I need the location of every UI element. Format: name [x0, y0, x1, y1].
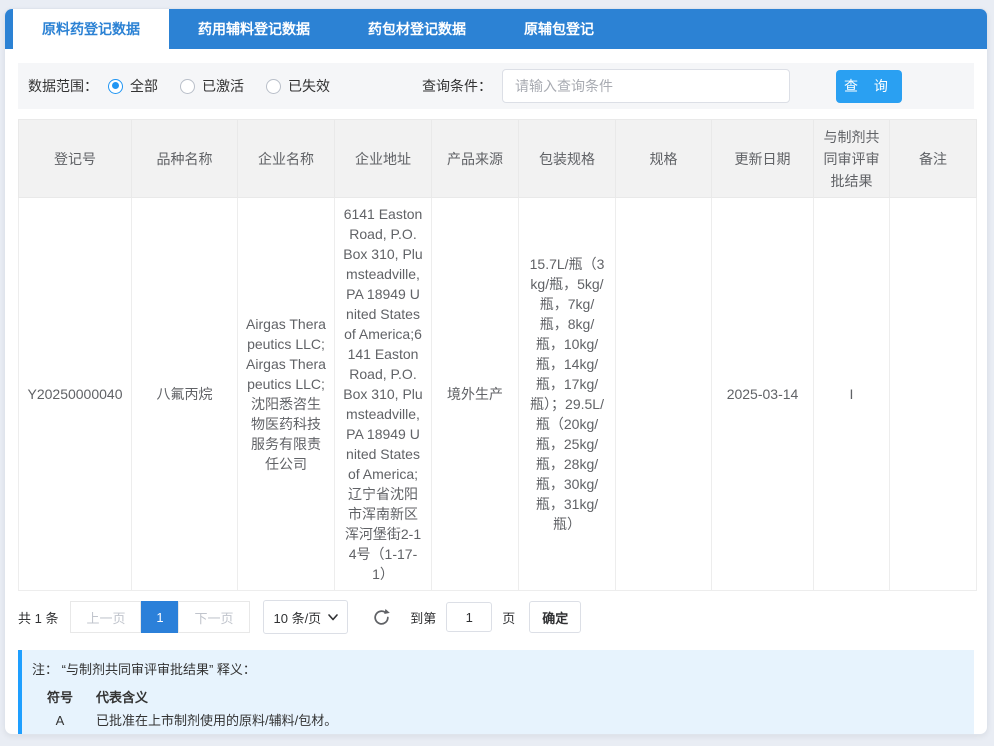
- note-legend-row-a: A 已批准在上市制剂使用的原料/辅料/包材。: [32, 709, 384, 733]
- note-legend-row-i: I 尚未通过与制剂共同审评审批的原料/辅料/包材。: [32, 733, 384, 735]
- note-meaning-i: 尚未通过与制剂共同审评审批的原料/辅料/包材。: [88, 733, 384, 735]
- column-header-spec: 规格: [616, 120, 712, 198]
- prev-page-button[interactable]: 上一页: [70, 601, 141, 633]
- data-scope-radio-group: 全部 已激活 已失效: [108, 76, 352, 96]
- tab-raw-material-data[interactable]: 原料药登记数据: [13, 9, 169, 49]
- filter-bar: 数据范围： 全部 已激活 已失效 查询条件： 查 询: [18, 63, 974, 109]
- cell-variety: 八氟丙烷: [132, 198, 238, 591]
- next-page-button[interactable]: 下一页: [178, 601, 249, 633]
- cell-remark: [890, 198, 977, 591]
- note-legend-header-row: 符号 代表含义: [32, 684, 384, 709]
- radio-all[interactable]: 全部: [108, 76, 158, 96]
- page-size-value: 10 条/页: [274, 608, 322, 627]
- pagination-bar: 共 1 条 上一页 1 下一页 10 条/页 到第 页 确定: [18, 600, 974, 634]
- note-meaning-header: 代表含义: [88, 684, 384, 709]
- column-header-update-date: 更新日期: [712, 120, 814, 198]
- tab-raw-excipient-packaging[interactable]: 原辅包登记: [495, 9, 623, 49]
- radio-unselected-icon[interactable]: [180, 79, 195, 94]
- confirm-button[interactable]: 确定: [529, 601, 581, 633]
- cell-review-result: I: [814, 198, 890, 591]
- main-panel: 原料药登记数据 药用辅料登记数据 药包材登记数据 原辅包登记 数据范围： 全部 …: [4, 8, 988, 735]
- total-count: 共 1 条: [18, 608, 58, 627]
- radio-all-label: 全部: [130, 76, 158, 96]
- search-button[interactable]: 查 询: [836, 70, 902, 103]
- column-header-remark: 备注: [890, 120, 977, 198]
- cell-company: Airgas Therapeutics LLC;Airgas Therapeut…: [238, 198, 335, 591]
- data-scope-label: 数据范围：: [28, 76, 98, 96]
- cell-update-date: 2025-03-14: [712, 198, 814, 591]
- cell-packaging: 15.7L/瓶（3kg/瓶，5kg/瓶，7kg/瓶，8kg/瓶，10kg/瓶，1…: [519, 198, 616, 591]
- goto-page-input[interactable]: [446, 602, 492, 632]
- note-legend-table: 符号 代表含义 A 已批准在上市制剂使用的原料/辅料/包材。 I 尚未通过与制剂…: [32, 684, 384, 735]
- column-header-reg-no: 登记号: [19, 120, 132, 198]
- tab-excipient-data[interactable]: 药用辅料登记数据: [169, 9, 339, 49]
- chevron-down-icon: [327, 611, 339, 623]
- column-header-review-result: 与制剂共同审评审批结果: [814, 120, 890, 198]
- goto-page-suffix: 页: [502, 608, 515, 627]
- tab-bar: 原料药登记数据 药用辅料登记数据 药包材登记数据 原辅包登记: [5, 9, 987, 49]
- column-header-packaging: 包装规格: [519, 120, 616, 198]
- column-header-company: 企业名称: [238, 120, 335, 198]
- radio-activated-label: 已激活: [202, 76, 244, 96]
- tab-packaging-material-data[interactable]: 药包材登记数据: [339, 9, 495, 49]
- note-meaning-a: 已批准在上市制剂使用的原料/辅料/包材。: [88, 709, 384, 733]
- radio-expired[interactable]: 已失效: [266, 76, 330, 96]
- radio-expired-label: 已失效: [288, 76, 330, 96]
- cell-reg-no: Y20250000040: [19, 198, 132, 591]
- page-number-button[interactable]: 1: [141, 601, 178, 633]
- query-input[interactable]: [502, 69, 790, 103]
- query-condition-label: 查询条件：: [422, 76, 492, 96]
- cell-address: 6141 Easton Road, P.O. Box 310, Plumstea…: [335, 198, 432, 591]
- cell-source: 境外生产: [432, 198, 519, 591]
- note-symbol-a: A: [32, 709, 88, 733]
- radio-unselected-icon[interactable]: [266, 79, 281, 94]
- column-header-variety: 品种名称: [132, 120, 238, 198]
- registration-table: 登记号 品种名称 企业名称 企业地址 产品来源 包装规格 规格 更新日期 与制剂…: [18, 119, 977, 591]
- column-header-address: 企业地址: [335, 120, 432, 198]
- table-row: Y20250000040 八氟丙烷 Airgas Therapeutics LL…: [19, 198, 977, 591]
- note-title: 注： “与制剂共同审评审批结果” 释义：: [32, 660, 962, 680]
- note-symbol-header: 符号: [32, 684, 88, 709]
- cell-spec: [616, 198, 712, 591]
- column-header-source: 产品来源: [432, 120, 519, 198]
- radio-activated[interactable]: 已激活: [180, 76, 244, 96]
- refresh-icon[interactable]: [370, 606, 392, 628]
- note-symbol-i: I: [32, 733, 88, 735]
- goto-page-label: 到第: [410, 608, 436, 627]
- table-header-row: 登记号 品种名称 企业名称 企业地址 产品来源 包装规格 规格 更新日期 与制剂…: [19, 120, 977, 198]
- radio-selected-icon[interactable]: [108, 79, 123, 94]
- note-box: 注： “与制剂共同审评审批结果” 释义： 符号 代表含义 A 已批准在上市制剂使…: [18, 650, 974, 735]
- page-size-select[interactable]: 10 条/页: [263, 600, 349, 634]
